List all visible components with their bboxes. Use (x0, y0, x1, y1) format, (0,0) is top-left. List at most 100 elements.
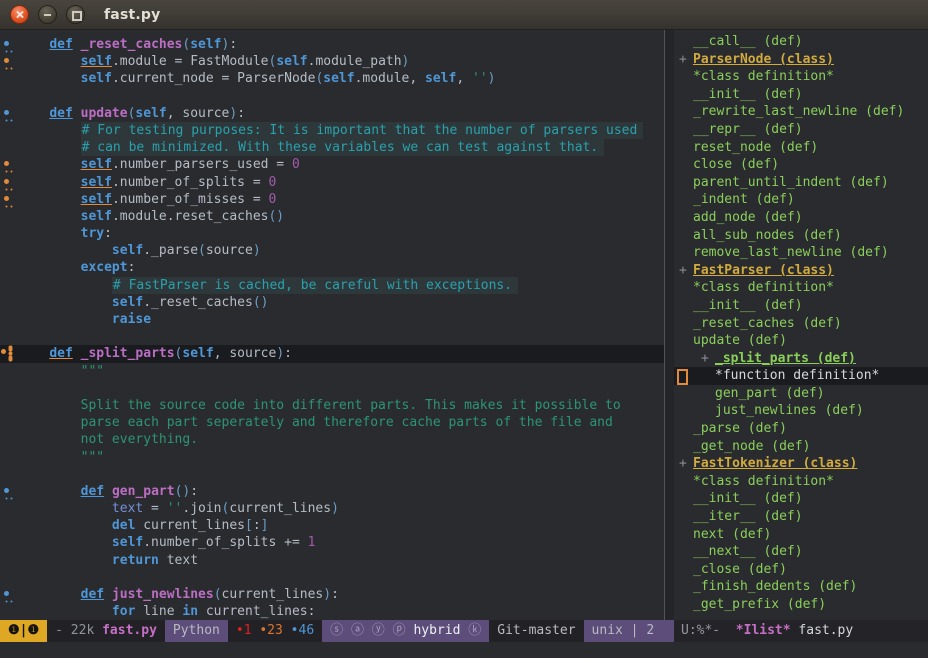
outline-item[interactable]: _parse (def) (674, 420, 928, 438)
minimize-icon[interactable] (38, 5, 57, 24)
modeline-segment-major-mode[interactable]: Python (165, 620, 228, 642)
code-line[interactable]: self.current_node = ParserNode(self.modu… (0, 70, 664, 87)
outline-item[interactable]: __repr__ (def) (674, 121, 928, 139)
code-line[interactable]: del current_lines[:] (0, 517, 664, 534)
outline-item[interactable]: _rewrite_last_newline (def) (674, 103, 928, 121)
outline-item[interactable]: +_split_parts (def) (674, 350, 928, 368)
buffer-state-flags: U:%*- (681, 623, 720, 638)
code-line[interactable]: text = ''.join(current_lines) (0, 500, 664, 517)
code-line[interactable]: not everything. (0, 431, 664, 448)
code-line[interactable]: return text (0, 552, 664, 569)
outline-item[interactable]: _get_node (def) (674, 438, 928, 456)
code-line[interactable] (0, 569, 664, 586)
expand-plus-icon[interactable]: + (701, 350, 715, 368)
expand-plus-icon[interactable]: + (679, 262, 693, 280)
code-line[interactable]: except: (0, 259, 664, 276)
outline-item[interactable]: _finish_dedents (def) (674, 578, 928, 596)
code-line[interactable]: # can be minimized. With these variables… (0, 139, 664, 156)
outline-item[interactable]: +FastParser (class) (674, 262, 928, 280)
outline-item[interactable]: +ParserNode (class) (674, 51, 928, 69)
expand-plus-icon[interactable]: + (679, 51, 693, 69)
outline-item[interactable]: __call__ (def) (674, 33, 928, 51)
code-line[interactable]: self.number_of_splits = 0 (0, 174, 664, 191)
outline-item-label: _rewrite_last_newline (def) (693, 104, 904, 119)
token-d: : (104, 226, 112, 241)
code-line[interactable]: """ (0, 363, 664, 380)
outline-item[interactable]: remove_last_newline (def) (674, 244, 928, 262)
code-line[interactable]: self._reset_caches() (0, 294, 664, 311)
outline-item[interactable]: *class definition* (674, 473, 928, 491)
outline-item[interactable]: _reset_caches (def) (674, 315, 928, 333)
code-line[interactable]: self.number_of_misses = 0 (0, 191, 664, 208)
code-editor[interactable]: def _reset_caches(self): self.module = F… (0, 30, 664, 620)
code-line[interactable]: # For testing purposes: It is important … (0, 122, 664, 139)
modeline-segment-version-control[interactable]: Git-master (489, 620, 583, 642)
modeline-segment-buffer-info[interactable]: - 22k fast.py (47, 620, 165, 642)
outline-item[interactable]: *class definition* (674, 279, 928, 297)
outline-item[interactable]: +FastTokenizer (class) (674, 455, 928, 473)
outline-item[interactable]: reset_node (def) (674, 139, 928, 157)
token-s: self (190, 37, 221, 52)
outline-item[interactable]: _close (def) (674, 561, 928, 579)
code-line[interactable] (0, 88, 664, 105)
code-line[interactable]: def gen_part(): (0, 483, 664, 500)
code-line[interactable]: def _split_parts(self, source): (0, 345, 664, 362)
outline-item[interactable]: __iter__ (def) (674, 508, 928, 526)
code-line[interactable]: raise (0, 311, 664, 328)
code-line[interactable]: def update(self, source): (0, 105, 664, 122)
code-line[interactable]: def just_newlines(current_lines): (0, 586, 664, 603)
code-line[interactable]: self.number_of_splits += 1 (0, 534, 664, 551)
outline-item[interactable]: *function definition* (674, 367, 928, 385)
code-text: self.module = FastModule(self.module_pat… (18, 53, 664, 70)
maximize-icon[interactable] (66, 5, 85, 24)
outline-item[interactable]: next (def) (674, 526, 928, 544)
code-line[interactable]: self.number_parsers_used = 0 (0, 156, 664, 173)
modeline-part: unix | 2 (592, 623, 655, 638)
outline-item[interactable]: add_node (def) (674, 209, 928, 227)
outline-item[interactable]: __init__ (def) (674, 490, 928, 508)
outline-item[interactable]: *class definition* (674, 68, 928, 86)
close-icon[interactable] (10, 5, 29, 24)
expand-plus-icon[interactable]: + (679, 455, 693, 473)
outline-item[interactable]: __next__ (def) (674, 543, 928, 561)
outline-item[interactable]: __init__ (def) (674, 297, 928, 315)
token-su: self (81, 175, 112, 190)
code-line[interactable]: self._parse(source) (0, 242, 664, 259)
code-line[interactable] (0, 466, 664, 483)
outline-item[interactable]: _indent (def) (674, 191, 928, 209)
outline-item-label: __init__ (def) (693, 298, 803, 313)
token-k: except (81, 260, 128, 275)
code-line[interactable]: # FastParser is cached, be careful with … (0, 277, 664, 294)
window-divider[interactable] (664, 30, 674, 620)
outline-item[interactable]: all_sub_nodes (def) (674, 227, 928, 245)
outline-item[interactable]: gen_part (def) (674, 385, 928, 403)
outline-item[interactable]: __init__ (def) (674, 86, 928, 104)
code-line[interactable] (0, 328, 664, 345)
token-d: line (135, 604, 182, 619)
modeline-segment-error-warning-counts[interactable]: ❶|❶ (0, 620, 47, 642)
modeline-segment-issue-counts[interactable]: •1 •23 •46 (228, 620, 322, 642)
token-ku: def (49, 37, 72, 52)
minibuffer[interactable] (0, 642, 928, 658)
code-text: # FastParser is cached, be careful with … (18, 277, 664, 294)
token-n: 0 (268, 192, 276, 207)
outline-item[interactable]: parent_until_indent (def) (674, 174, 928, 192)
token-d: : (229, 37, 237, 52)
modeline-right[interactable]: U:%*- *Ilist* fast.py (674, 620, 928, 642)
code-line[interactable]: """ (0, 449, 664, 466)
outline-item[interactable]: _get_prefix (def) (674, 596, 928, 614)
code-line[interactable]: def _reset_caches(self): (0, 36, 664, 53)
outline-item[interactable]: update (def) (674, 332, 928, 350)
outline-item[interactable]: just_newlines (def) (674, 402, 928, 420)
code-line[interactable]: for line in current_lines: (0, 603, 664, 620)
code-line[interactable]: try: (0, 225, 664, 242)
code-line[interactable]: Split the source code into different par… (0, 397, 664, 414)
code-line[interactable]: parse each part seperately and therefore… (0, 414, 664, 431)
modeline-segment-encoding-position[interactable]: unix | 2 (584, 620, 674, 642)
modeline-part: Git-master (497, 623, 575, 638)
code-line[interactable] (0, 380, 664, 397)
modeline-segment-minor-modes[interactable]: ⓢ ⓐ ⓨ ⓟ hybrid ⓚ (322, 620, 489, 642)
code-line[interactable]: self.module.reset_caches() (0, 208, 664, 225)
outline-item[interactable]: close (def) (674, 156, 928, 174)
code-line[interactable]: self.module = FastModule(self.module_pat… (0, 53, 664, 70)
